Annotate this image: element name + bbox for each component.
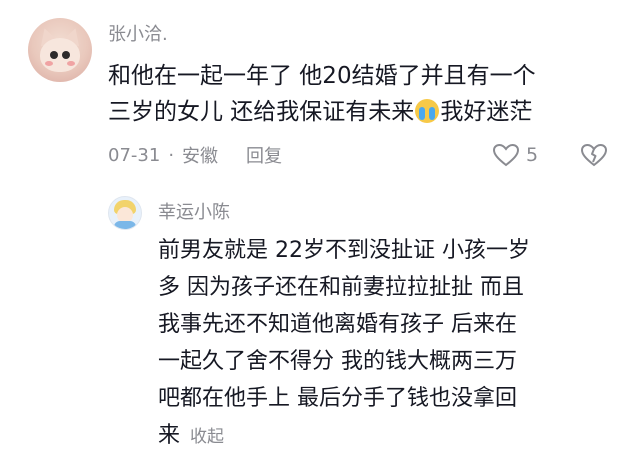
like-count: 5 — [526, 144, 539, 166]
reply-line: 前男友就是 22岁不到没扯证 小孩一岁 — [158, 238, 530, 263]
cat-face — [40, 38, 80, 72]
comment-text: 和他在一起一年了 他20结婚了并且有一个 三岁的女儿 还给我保证有未来 我好迷茫 — [108, 58, 618, 130]
commenter-avatar[interactable] — [28, 18, 92, 82]
collapse-button[interactable]: 收起 — [190, 427, 224, 447]
replier-username[interactable]: 幸运小陈 — [158, 202, 230, 224]
dislike-button[interactable] — [580, 142, 608, 168]
reply-button[interactable]: 回复 — [246, 142, 282, 168]
cat-blush-right — [67, 61, 75, 66]
cat-eye-left — [50, 51, 58, 59]
reply-line: 吧都在他手上 最后分手了钱也没拿回 — [158, 386, 517, 411]
meta-separator: · — [168, 144, 175, 166]
commenter-username[interactable]: 张小洽. — [108, 24, 168, 46]
comment-line-1: 和他在一起一年了 他20结婚了并且有一个 — [108, 63, 536, 89]
reply-line: 一起久了舍不得分 我的钱大概两三万 — [158, 349, 517, 374]
cat-blush-left — [45, 61, 53, 66]
reply-text: 前男友就是 22岁不到没扯证 小孩一岁多 因为孩子还在和前妻拉拉扯扯 而且 我事先… — [158, 232, 618, 456]
crying-face-emoji-icon — [415, 99, 440, 123]
reply-line: 多 因为孩子还在和前妻拉拉扯扯 而且 — [158, 275, 524, 300]
reply-line: 来 — [158, 423, 181, 448]
cat-eye-right — [62, 51, 70, 59]
comment-location: 安徽 — [182, 146, 219, 167]
comment-line-2-after-emoji: 我好迷茫 — [440, 99, 533, 125]
comment-date: 07-31 — [108, 144, 161, 166]
reply-line: 我事先还不知道他离婚有孩子 后来在 — [158, 312, 517, 337]
broken-heart-icon — [580, 143, 608, 167]
avatar-shirt — [114, 221, 136, 229]
comment-meta: 07-31 · 安徽 回复 — [108, 142, 282, 168]
heart-outline-icon — [492, 143, 520, 167]
like-button[interactable]: 5 — [492, 142, 538, 168]
replier-avatar[interactable] — [108, 196, 142, 230]
comment-line-2-before-emoji: 三岁的女儿 还给我保证有未来 — [108, 99, 415, 125]
